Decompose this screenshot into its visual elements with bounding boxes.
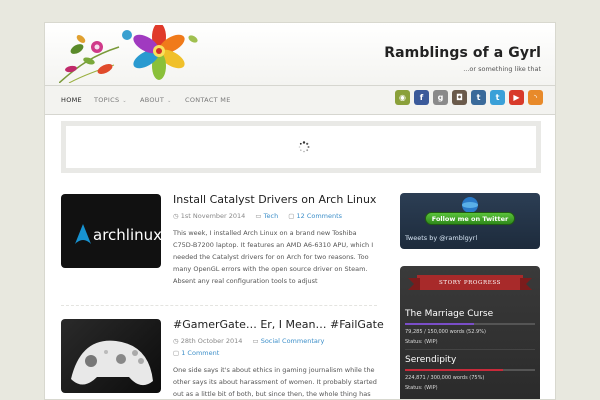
site-title[interactable]: Ramblings of a Gyrl	[384, 45, 541, 61]
story-word-count: 224,871 / 300,000 words (75%)	[405, 375, 485, 381]
game-controller-icon	[71, 340, 153, 386]
tumblr-icon[interactable]: t	[471, 90, 486, 105]
story-progress-widget: STORY PROGRESS The Marriage Curse 79,285…	[400, 266, 540, 399]
story-progress-bar	[405, 369, 535, 371]
ad-box	[61, 121, 541, 173]
instagram-icon[interactable]: ◘	[452, 90, 467, 105]
story-progress-fill	[405, 369, 503, 371]
follow-twitter-button[interactable]: Follow me on Twitter	[425, 212, 515, 225]
ello-icon[interactable]: ◉	[395, 90, 410, 105]
comment-icon: ▢	[173, 349, 180, 357]
site-header: Ramblings of a Gyrl ...or something like…	[45, 23, 555, 85]
post-category-link[interactable]: Social Commentary	[261, 337, 325, 345]
post-title[interactable]: Install Catalyst Drivers on Arch Linux	[173, 193, 376, 206]
story-status: Status: (WIP)	[405, 339, 438, 345]
post-title[interactable]: #GamerGate… Er, I Mean… #FailGate	[173, 318, 384, 331]
google-plus-icon[interactable]: g	[433, 90, 448, 105]
youtube-icon[interactable]: ▶	[509, 90, 524, 105]
clock-icon: ◷	[173, 212, 179, 220]
post-comments-link[interactable]: 1 Comment	[181, 349, 219, 357]
story-progress-fill	[405, 323, 474, 325]
post-thumbnail-gamergate[interactable]	[61, 319, 161, 393]
svg-text:archlinux: archlinux	[93, 226, 161, 244]
post-divider	[61, 305, 377, 306]
nav-item-label: CONTACT ME	[185, 96, 231, 104]
folder-icon: ▭	[252, 337, 259, 345]
post-category-link[interactable]: Tech	[264, 212, 279, 220]
story-progress-bar	[405, 323, 535, 325]
post-date: 28th October 2014	[180, 337, 243, 345]
post-excerpt: One side says it's about ethics in gamin…	[173, 366, 377, 398]
main-nav: HOME TOPICS ⌄ ABOUT ⌄ CONTACT ME ◉ f g ◘ t…	[45, 85, 555, 115]
nav-item-home[interactable]: HOME	[61, 96, 82, 104]
post-thumbnail-arch[interactable]: archlinux	[61, 194, 161, 268]
twitter-widget: Follow me on Twitter Tweets by @ramblgyr…	[400, 193, 540, 249]
nav-item-about[interactable]: ABOUT ⌄	[140, 96, 172, 104]
twitter-icon[interactable]: t	[490, 90, 505, 105]
story-title: The Marriage Curse	[405, 309, 494, 319]
post-meta: ▢ 1 Comment	[173, 349, 219, 357]
nav-item-label: HOME	[61, 96, 82, 104]
rss-icon[interactable]: ◝	[528, 90, 543, 105]
story-status: Status: (WIP)	[405, 385, 438, 391]
tweets-by-link[interactable]: Tweets by @ramblgyrl	[405, 234, 477, 242]
story-separator	[405, 349, 535, 350]
page-container: Ramblings of a Gyrl ...or something like…	[44, 22, 556, 400]
facebook-icon[interactable]: f	[414, 90, 429, 105]
post-excerpt: This week, I installed Arch Linux on a b…	[173, 229, 374, 285]
folder-icon: ▭	[255, 212, 262, 220]
flower-logo-icon[interactable]	[59, 25, 219, 83]
comment-icon: ▢	[288, 212, 295, 220]
nav-item-label: ABOUT	[140, 96, 165, 104]
nav-item-label: TOPICS	[94, 96, 120, 104]
story-title: Serendipity	[405, 355, 457, 365]
site-tagline: ...or something like that	[463, 65, 541, 73]
clock-icon: ◷	[173, 337, 179, 345]
nav-item-topics[interactable]: TOPICS ⌄	[94, 96, 127, 104]
nav-item-contact[interactable]: CONTACT ME	[185, 96, 231, 104]
story-progress-heading: STORY PROGRESS	[408, 275, 532, 290]
loading-spinner-icon	[298, 141, 310, 153]
post-meta: ◷ 1st November 2014 ▭ Tech ▢ 12 Comments	[173, 212, 342, 220]
post-comments-link[interactable]: 12 Comments	[297, 212, 343, 220]
post-date: 1st November 2014	[180, 212, 246, 220]
chevron-down-icon: ⌄	[122, 98, 127, 104]
post-meta: ◷ 28th October 2014 ▭ Social Commentary	[173, 337, 324, 345]
story-word-count: 79,285 / 150,000 words (52.9%)	[405, 329, 486, 335]
arch-linux-logo-icon: archlinux	[75, 224, 161, 244]
chevron-down-icon: ⌄	[167, 98, 172, 104]
